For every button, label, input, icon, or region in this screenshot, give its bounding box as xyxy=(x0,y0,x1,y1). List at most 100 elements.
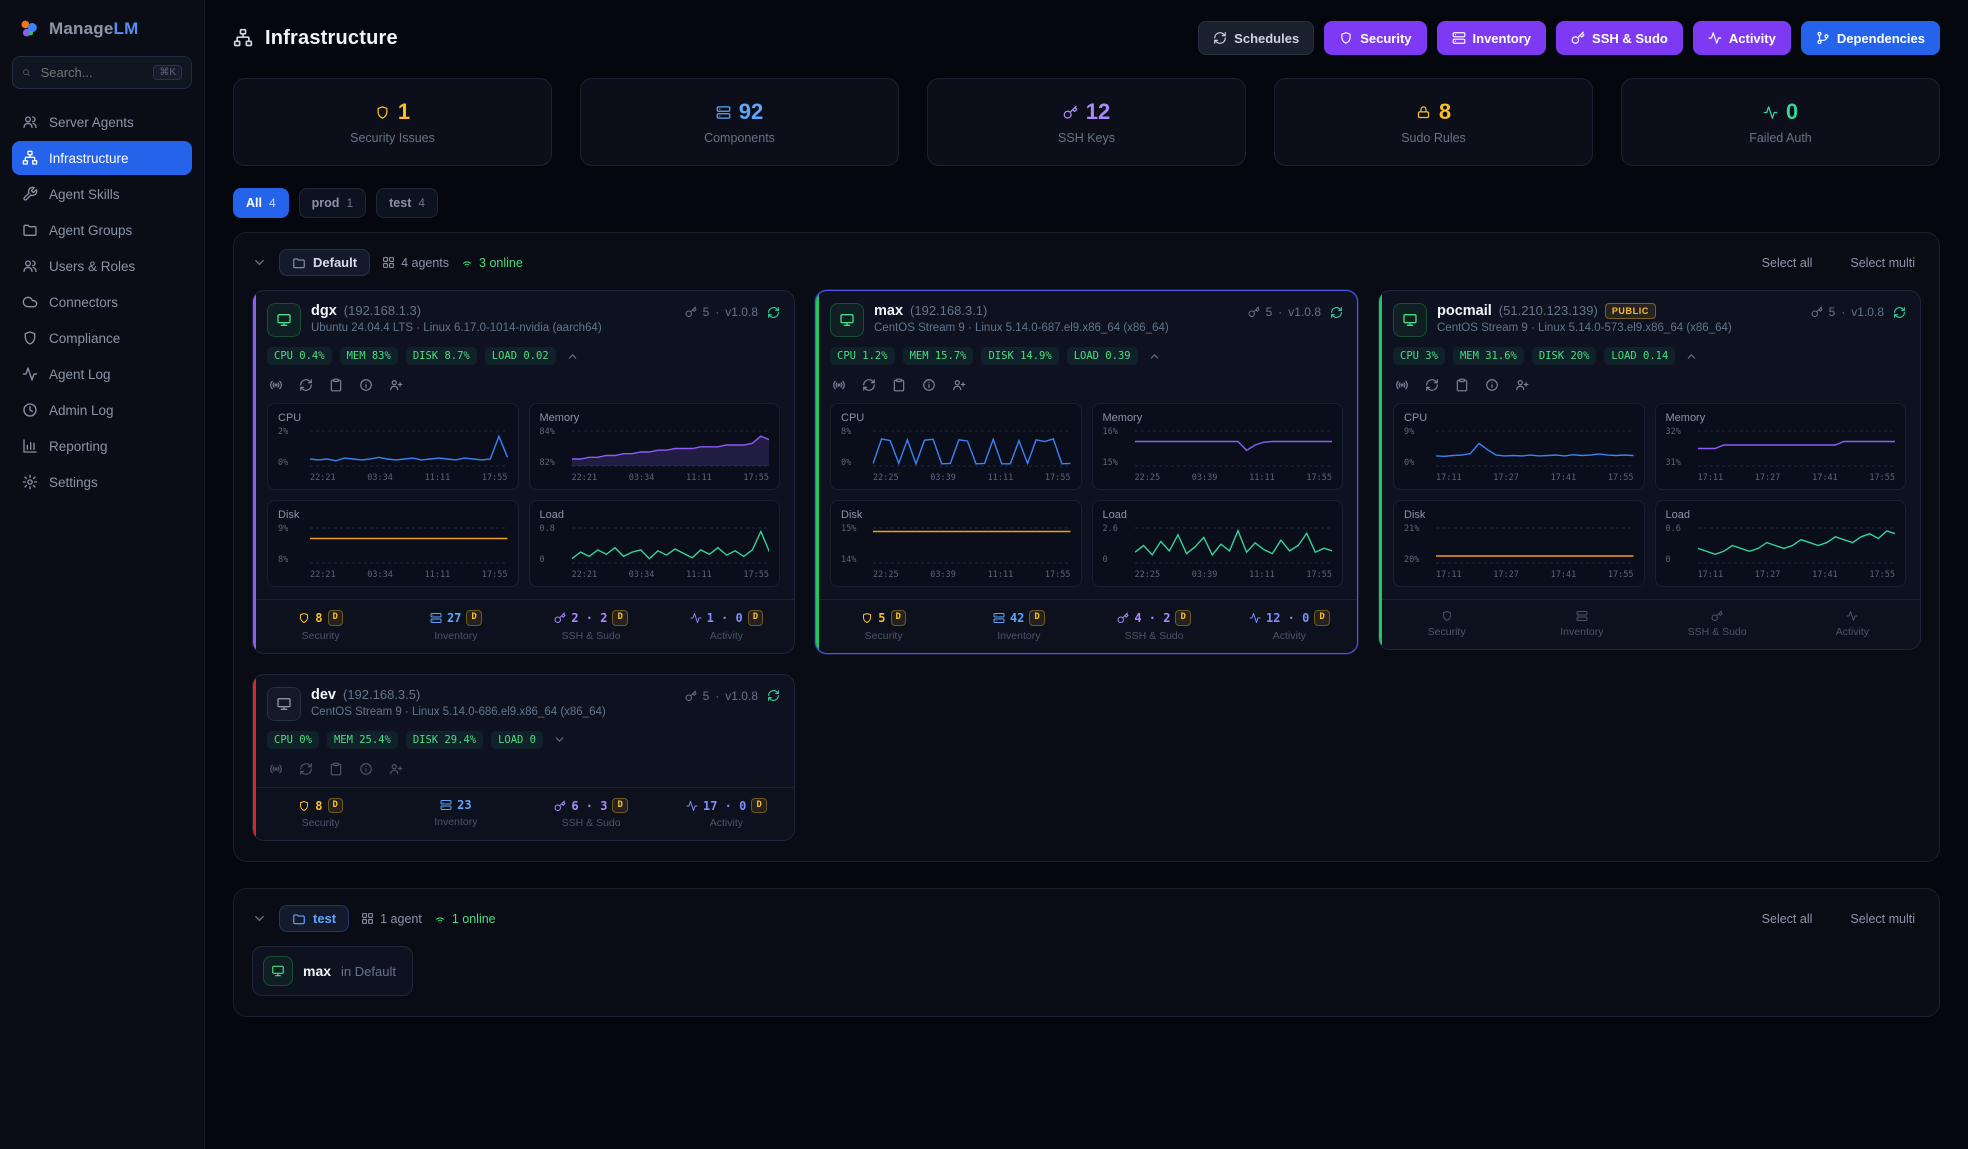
refresh-button[interactable] xyxy=(862,378,876,392)
footer-inventory[interactable]: 27D Inventory xyxy=(388,610,523,642)
agent-card-max[interactable]: max (192.168.3.1) CentOS Stream 9 · Linu… xyxy=(815,290,1358,654)
wrench-icon xyxy=(22,186,38,202)
assign-user-button[interactable] xyxy=(952,378,966,392)
group-member-max[interactable]: max in Default xyxy=(252,946,413,996)
sync-button[interactable] xyxy=(1890,306,1906,319)
schedules-button[interactable]: Schedules xyxy=(1198,21,1314,55)
sidebar-item-connectors[interactable]: Connectors xyxy=(12,285,192,319)
stat-ssh-keys[interactable]: 12 SSH Keys xyxy=(927,78,1246,166)
stat-components[interactable]: 92 Components xyxy=(580,78,899,166)
security-button[interactable]: Security xyxy=(1324,21,1426,55)
footer-inventory[interactable]: 23 Inventory xyxy=(388,798,523,830)
footer-ssh-sudo[interactable]: 4 · 2D SSH & Sudo xyxy=(1087,610,1222,642)
clipboard-button[interactable] xyxy=(329,762,343,776)
sidebar-item-agent-skills[interactable]: Agent Skills xyxy=(12,177,192,211)
refresh-button[interactable] xyxy=(299,762,313,776)
sidebar-item-settings[interactable]: Settings xyxy=(12,465,192,499)
expand-charts-button[interactable] xyxy=(553,733,566,746)
sidebar-item-compliance[interactable]: Compliance xyxy=(12,321,192,355)
sidebar-item-server-agents[interactable]: Server Agents xyxy=(12,105,192,139)
sidebar-item-admin-log[interactable]: Admin Log xyxy=(12,393,192,427)
group-chip-default[interactable]: Default xyxy=(279,249,370,276)
brand[interactable]: ManageLM xyxy=(12,14,192,56)
refresh-icon xyxy=(1330,306,1343,319)
footer-security[interactable]: 8D Security xyxy=(253,798,388,830)
deploy-badge: D xyxy=(751,798,766,814)
refresh-button[interactable] xyxy=(1425,378,1439,392)
footer-security[interactable]: Security xyxy=(1379,610,1514,638)
dependencies-button[interactable]: Dependencies xyxy=(1801,21,1940,55)
footer-ssh-sudo[interactable]: SSH & Sudo xyxy=(1650,610,1785,638)
select-all-button[interactable]: Select all xyxy=(1756,255,1819,271)
sidebar-item-users-roles[interactable]: Users & Roles xyxy=(12,249,192,283)
stat-sudo-rules[interactable]: 8 Sudo Rules xyxy=(1274,78,1593,166)
select-multi-button[interactable]: Select multi xyxy=(1844,911,1921,927)
select-all-button[interactable]: Select all xyxy=(1756,911,1819,927)
sync-button[interactable] xyxy=(1327,306,1343,319)
footer-activity[interactable]: 17 · 0D Activity xyxy=(659,798,794,830)
collapse-charts-button[interactable] xyxy=(566,350,579,363)
clipboard-button[interactable] xyxy=(1455,378,1469,392)
filter-all[interactable]: All4 xyxy=(233,188,289,218)
select-multi-button[interactable]: Select multi xyxy=(1844,255,1921,271)
deploy-badge: D xyxy=(328,610,343,626)
collapse-charts-button[interactable] xyxy=(1148,350,1161,363)
footer-inventory[interactable]: Inventory xyxy=(1514,610,1649,638)
chevron-down-icon xyxy=(252,255,267,270)
ping-button[interactable] xyxy=(269,762,283,776)
collapse-group-button[interactable] xyxy=(252,255,267,270)
footer-ssh-sudo[interactable]: 2 · 2D SSH & Sudo xyxy=(524,610,659,642)
sidebar-item-infrastructure[interactable]: Infrastructure xyxy=(12,141,192,175)
info-button[interactable] xyxy=(1485,378,1499,392)
assign-user-button[interactable] xyxy=(1515,378,1529,392)
agent-card-pocmail[interactable]: pocmail (51.210.123.139) PUBLIC CentOS S… xyxy=(1378,290,1921,650)
sidebar-item-reporting[interactable]: Reporting xyxy=(12,429,192,463)
footer-activity[interactable]: 12 · 0D Activity xyxy=(1222,610,1357,642)
sync-button[interactable] xyxy=(764,689,780,702)
info-button[interactable] xyxy=(359,378,373,392)
footer-activity[interactable]: 1 · 0D Activity xyxy=(659,610,794,642)
server-icon xyxy=(430,612,442,624)
info-button[interactable] xyxy=(359,762,373,776)
agent-card-dev[interactable]: dev (192.168.3.5) CentOS Stream 9 · Linu… xyxy=(252,674,795,842)
sidebar-item-agent-groups[interactable]: Agent Groups xyxy=(12,213,192,247)
search-box[interactable]: ⌘K xyxy=(12,56,192,89)
assign-user-button[interactable] xyxy=(389,378,403,392)
stat-label: Security Issues xyxy=(350,131,435,145)
assign-user-button[interactable] xyxy=(389,762,403,776)
filter-test[interactable]: test4 xyxy=(376,188,438,218)
cpu-metric: CPU 1.2% xyxy=(830,347,895,365)
info-button[interactable] xyxy=(922,378,936,392)
refresh-button[interactable] xyxy=(299,378,313,392)
group-chip-test[interactable]: test xyxy=(279,905,349,932)
clipboard-button[interactable] xyxy=(892,378,906,392)
footer-inventory[interactable]: 42D Inventory xyxy=(951,610,1086,642)
footer-ssh-sudo[interactable]: 6 · 3D SSH & Sudo xyxy=(524,798,659,830)
ping-button[interactable] xyxy=(1395,378,1409,392)
clipboard-button[interactable] xyxy=(329,378,343,392)
stat-security-issues[interactable]: 1 Security Issues xyxy=(233,78,552,166)
ping-button[interactable] xyxy=(832,378,846,392)
agent-card-dgx[interactable]: dgx (192.168.1.3) Ubuntu 24.04.4 LTS · L… xyxy=(252,290,795,654)
network-icon xyxy=(233,28,253,48)
filter-prod[interactable]: prod1 xyxy=(299,188,366,218)
ping-button[interactable] xyxy=(269,378,283,392)
footer-activity[interactable]: Activity xyxy=(1785,610,1920,638)
inventory-button[interactable]: Inventory xyxy=(1437,21,1547,55)
footer-security[interactable]: 8D Security xyxy=(253,610,388,642)
stat-label: Failed Auth xyxy=(1749,131,1812,145)
collapse-charts-button[interactable] xyxy=(1685,350,1698,363)
footer-security[interactable]: 5D Security xyxy=(816,610,951,642)
stat-failed-auth[interactable]: 0 Failed Auth xyxy=(1621,78,1940,166)
search-input[interactable] xyxy=(39,64,146,81)
ssh-sudo-button[interactable]: SSH & Sudo xyxy=(1556,21,1683,55)
pulse-icon xyxy=(690,612,702,624)
sidebar-item-label: Connectors xyxy=(49,295,118,310)
disk-chart: Disk 15%14% 22:2503:3911:1117:55 xyxy=(830,500,1082,587)
collapse-group-button[interactable] xyxy=(252,911,267,926)
sync-button[interactable] xyxy=(764,306,780,319)
page-title: Infrastructure xyxy=(265,27,398,50)
agent-ip: (192.168.1.3) xyxy=(344,303,421,318)
sidebar-item-agent-log[interactable]: Agent Log xyxy=(12,357,192,391)
activity-button[interactable]: Activity xyxy=(1693,21,1791,55)
